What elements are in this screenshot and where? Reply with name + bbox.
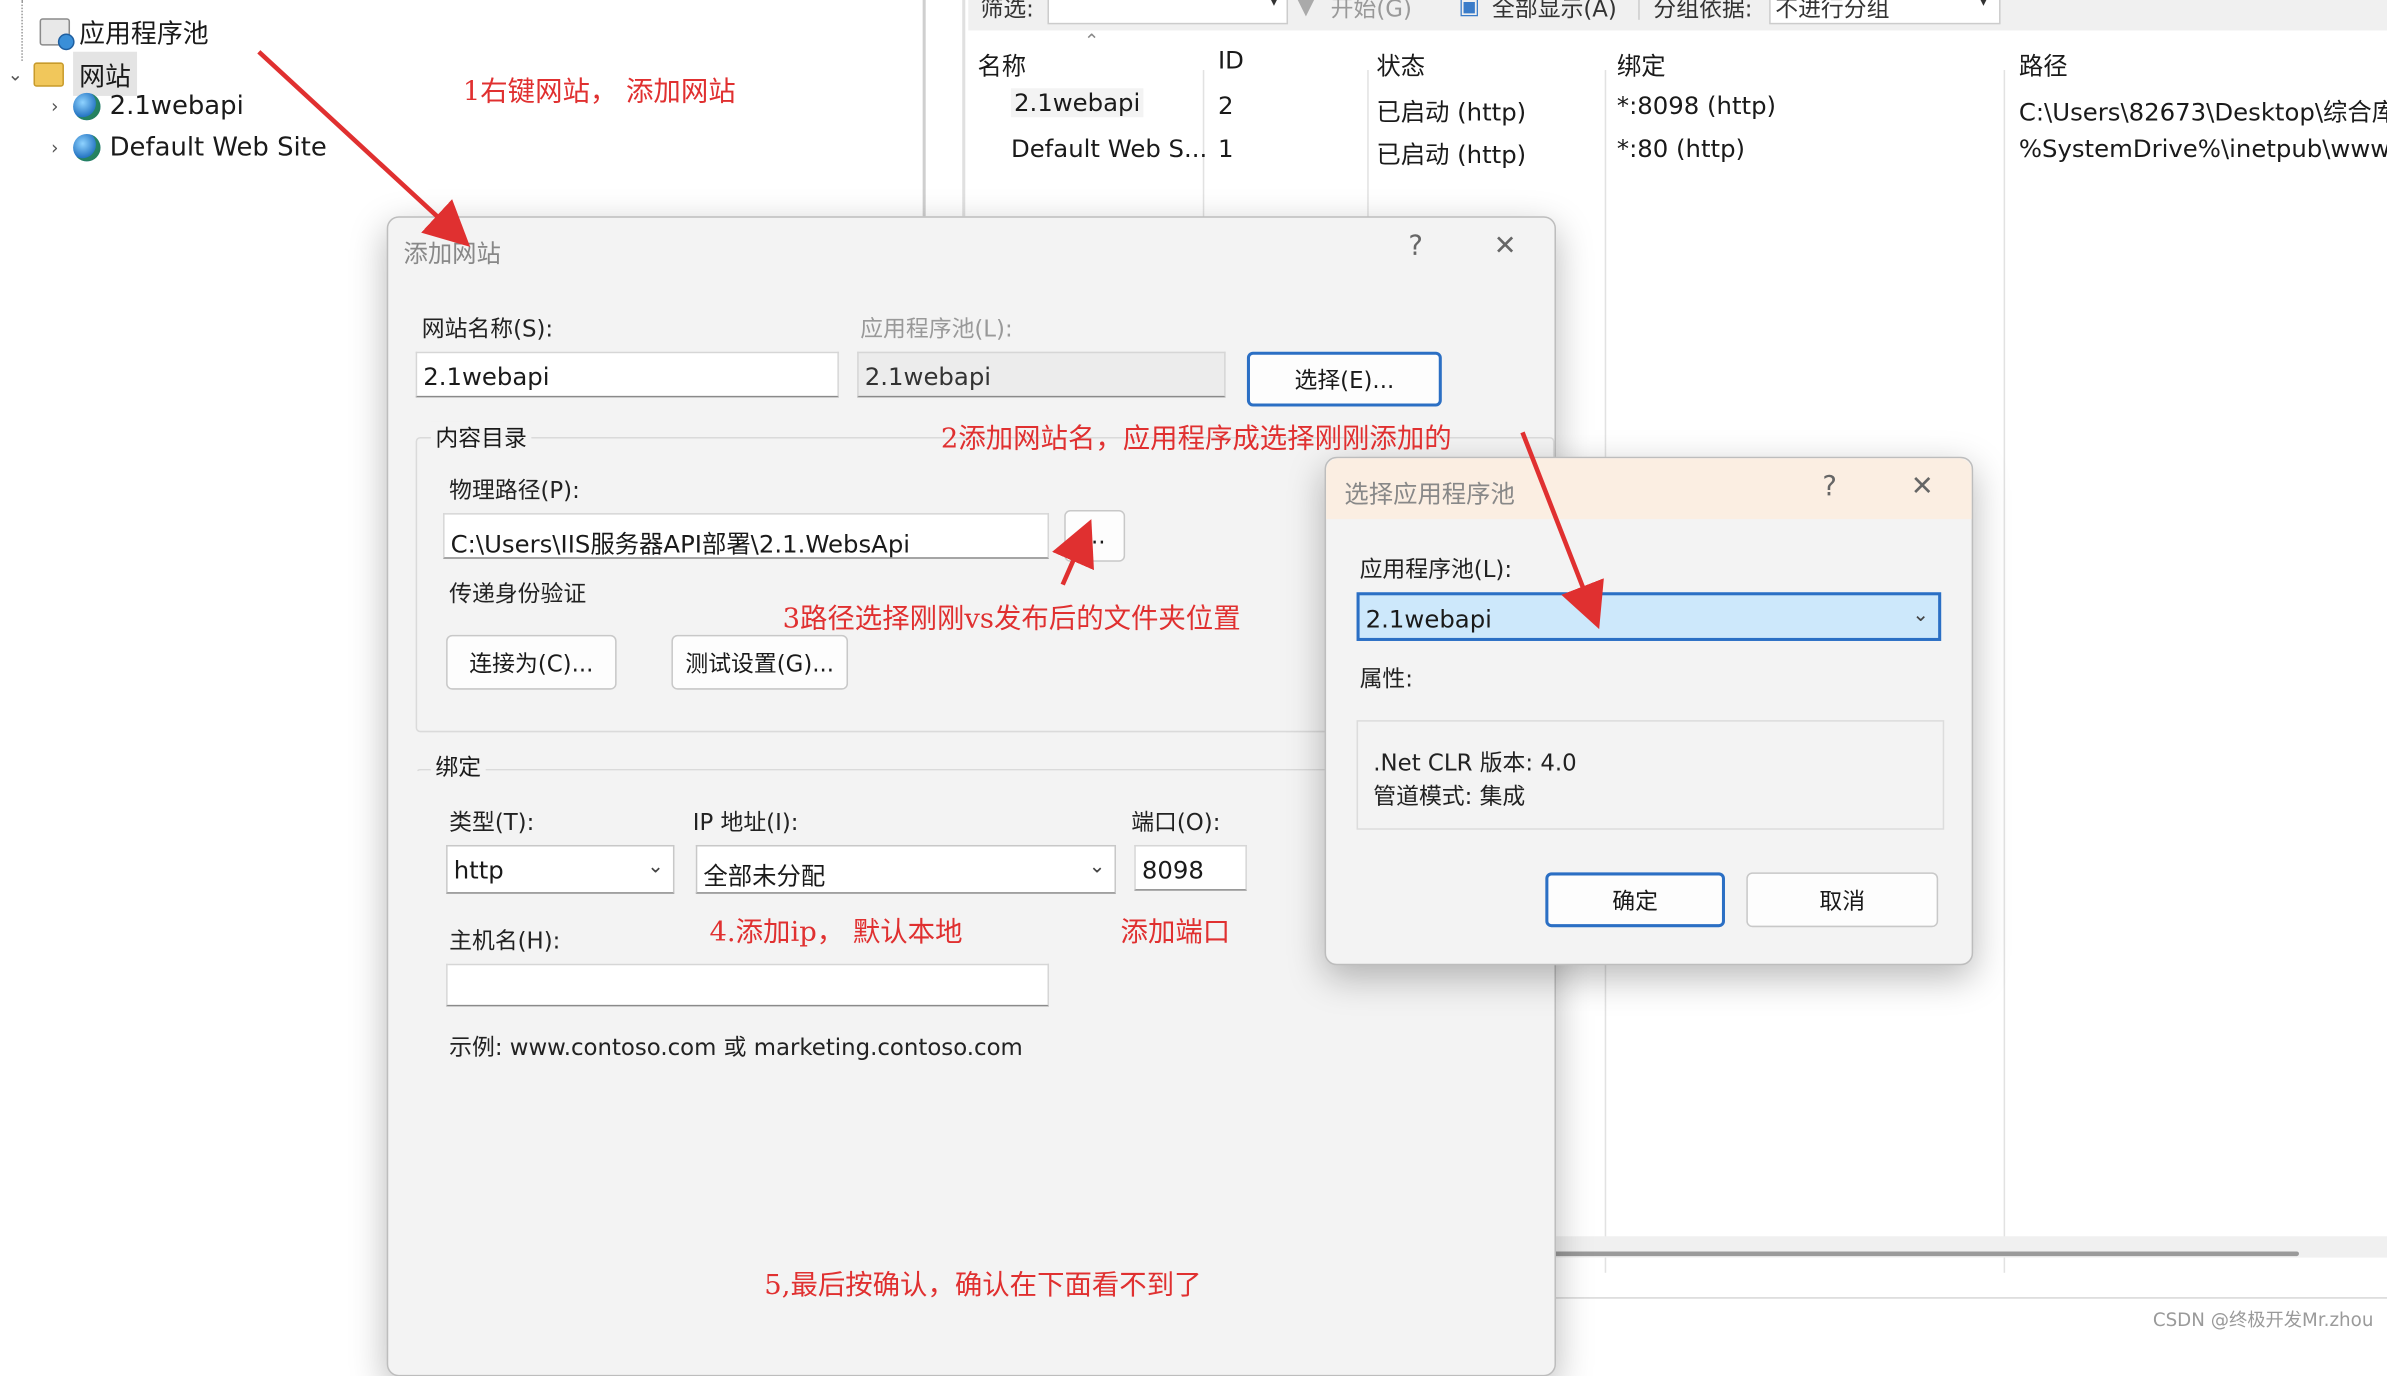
arrow-to-dialog	[257, 50, 471, 247]
arrow-to-browse	[1052, 519, 1094, 586]
screen: 应用程序池 ⌄ 网站 › 2.1webapi › Default Web Sit…	[0, 0, 2387, 1376]
annotation-arrows	[257, 50, 1604, 630]
arrow-to-pool	[1520, 431, 1604, 630]
watermark: CSDN @终极开发Mr.zhou	[2152, 1309, 2374, 1331]
